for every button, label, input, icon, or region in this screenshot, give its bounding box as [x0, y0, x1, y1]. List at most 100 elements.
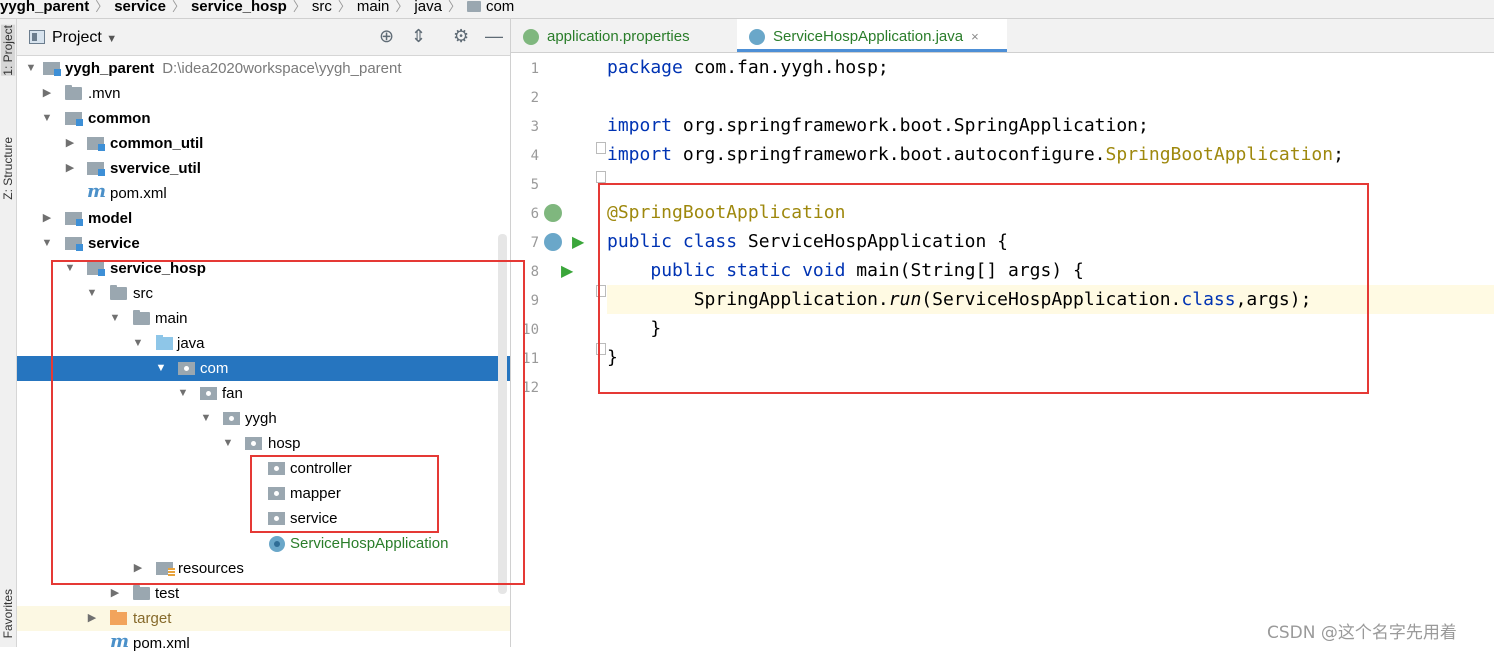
tree-item-fan[interactable]: ▼ fan [17, 381, 510, 406]
line-number: 4 [530, 148, 539, 164]
breadcrumb-item[interactable]: com [486, 0, 514, 14]
tab-structure-tool[interactable]: Z: Structure [1, 137, 15, 200]
tree-item-label: test [155, 585, 180, 602]
expand-arrow-icon[interactable]: ▼ [64, 256, 76, 281]
collapse-arrow-icon[interactable]: ▶ [132, 556, 144, 581]
module-path: D:\idea2020workspace\yygh_parent [162, 60, 402, 77]
tree-item-common-util[interactable]: ▶ common_util [17, 131, 510, 156]
collapse-arrow-icon[interactable]: ▶ [86, 606, 98, 631]
fold-marker-icon[interactable] [596, 285, 606, 297]
expand-arrow-icon[interactable]: ▼ [25, 56, 37, 81]
tree-item-pom-service-hosp[interactable]: m pom.xml [17, 631, 510, 656]
tree-item-service-hosp[interactable]: ▼ service_hosp [17, 256, 510, 281]
collapse-arrow-icon[interactable]: ▶ [109, 581, 121, 606]
tree-item-java[interactable]: ▼ java [17, 331, 510, 356]
chevron-down-icon: ▼ [106, 33, 118, 45]
excluded-folder-icon [110, 610, 127, 625]
tree-item-test[interactable]: ▶ test [17, 581, 510, 606]
code-area[interactable]: package com.fan.yygh.hosp; import org.sp… [596, 53, 1494, 647]
package-folder-icon [466, 1, 481, 12]
tree-item-pom-common[interactable]: m pom.xml [17, 181, 510, 206]
line-number: 11 [522, 351, 539, 367]
breadcrumb-item[interactable]: src [312, 0, 332, 14]
tree-item-label: com [200, 360, 229, 377]
source-folder-icon [156, 335, 173, 350]
spring-properties-icon [523, 29, 539, 45]
gear-icon[interactable]: ⚙ [453, 27, 469, 45]
expand-arrow-icon[interactable]: ▼ [109, 306, 121, 331]
breadcrumb-separator-icon: 〉 [447, 0, 461, 14]
tree-item-label: java [177, 335, 205, 352]
expand-arrow-icon[interactable]: ▼ [86, 281, 98, 306]
tab-application-properties[interactable]: application.properties [511, 19, 737, 52]
tab-service-hosp-application[interactable]: ServiceHospApplication.java × [737, 19, 1007, 52]
tree-item-service-module[interactable]: ▼ service [17, 231, 510, 256]
expand-arrow-icon[interactable]: ▼ [41, 106, 53, 131]
fold-marker-icon[interactable] [596, 142, 606, 154]
fold-marker-icon[interactable] [596, 343, 606, 355]
resources-folder-icon [156, 562, 175, 576]
tree-item-mvn[interactable]: ▶ .mvn [17, 81, 510, 106]
breadcrumb-item[interactable]: service_hosp [191, 0, 287, 14]
project-view-selector[interactable]: Project ▼ [52, 29, 117, 47]
tree-item-model[interactable]: ▶ model [17, 206, 510, 231]
tree-scrollbar[interactable] [498, 234, 507, 594]
tree-item-label: common_util [110, 135, 204, 152]
module-icon [65, 212, 83, 226]
expand-arrow-icon[interactable]: ▼ [155, 356, 167, 381]
spring-bean-gutter-icon[interactable] [544, 204, 562, 222]
code-line-7: public class ServiceHospApplication { [607, 231, 1008, 252]
run-icon[interactable]: ▶ [561, 261, 573, 281]
folder-icon [110, 285, 127, 300]
folder-icon [133, 585, 150, 600]
tree-item-label: yygh [245, 410, 277, 427]
close-icon[interactable]: × [971, 29, 979, 44]
fold-marker-icon[interactable] [596, 171, 606, 183]
code-line-3: import org.springframework.boot.SpringAp… [607, 115, 1149, 136]
breadcrumb-item[interactable]: main [357, 0, 390, 14]
tree-item-service-hosp-application[interactable]: ServiceHospApplication [17, 531, 510, 556]
tree-item-hosp[interactable]: ▼ hosp [17, 431, 510, 456]
spring-context-gutter-icon[interactable] [544, 233, 562, 251]
breadcrumb-item[interactable]: java [414, 0, 442, 14]
tree-item-yygh-parent[interactable]: ▼ yygh_parent D:\idea2020workspace\yygh_p… [17, 56, 510, 81]
breadcrumb-item[interactable]: yygh_parent [0, 0, 89, 14]
expand-arrow-icon[interactable]: ▼ [41, 231, 53, 256]
tree-item-label: main [155, 310, 188, 327]
tree-item-mapper[interactable]: mapper [17, 481, 510, 506]
collapse-arrow-icon[interactable]: ▶ [64, 131, 76, 156]
tree-item-svervice-util[interactable]: ▶ svervice_util [17, 156, 510, 181]
tree-item-service-package[interactable]: service [17, 506, 510, 531]
code-line-11: } [607, 347, 618, 368]
expand-arrow-icon[interactable]: ▼ [132, 331, 144, 356]
tree-item-target[interactable]: ▶ target [17, 606, 510, 631]
minimize-icon[interactable]: — [485, 27, 503, 45]
run-icon[interactable]: ▶ [572, 232, 584, 252]
collapse-arrow-icon[interactable]: ▶ [41, 81, 53, 106]
editor-pane: application.properties ServiceHospApplic… [511, 19, 1494, 647]
breadcrumb-item[interactable]: service [114, 0, 166, 14]
expand-arrow-icon[interactable]: ▼ [177, 381, 189, 406]
collapse-arrow-icon[interactable]: ▶ [41, 206, 53, 231]
spring-class-icon [749, 29, 765, 45]
tree-item-controller[interactable]: controller [17, 456, 510, 481]
collapse-arrow-icon[interactable]: ▶ [64, 156, 76, 181]
collapse-icon[interactable]: ⇕ [411, 27, 426, 45]
tree-item-label: resources [178, 560, 244, 577]
expand-arrow-icon[interactable]: ▼ [200, 406, 212, 431]
tree-item-src[interactable]: ▼ src [17, 281, 510, 306]
tree-item-main[interactable]: ▼ main [17, 306, 510, 331]
package-icon [268, 462, 285, 475]
code-line-6: @SpringBootApplication [607, 202, 846, 223]
tab-favorites-tool[interactable]: Favorites [1, 589, 15, 638]
tree-item-com[interactable]: ▼ com [17, 356, 510, 381]
tree-item-resources[interactable]: ▶ resources [17, 556, 510, 581]
tree-item-yygh[interactable]: ▼ yygh [17, 406, 510, 431]
tree-item-common[interactable]: ▼ common [17, 106, 510, 131]
tab-project-tool[interactable]: 1: Project [1, 25, 15, 76]
expand-arrow-icon[interactable]: ▼ [222, 431, 234, 456]
tree-item-label: .mvn [88, 85, 121, 102]
breadcrumb-separator-icon: 〉 [95, 0, 109, 14]
tree-item-label: controller [290, 460, 352, 477]
locate-icon[interactable]: ⊕ [379, 27, 394, 45]
